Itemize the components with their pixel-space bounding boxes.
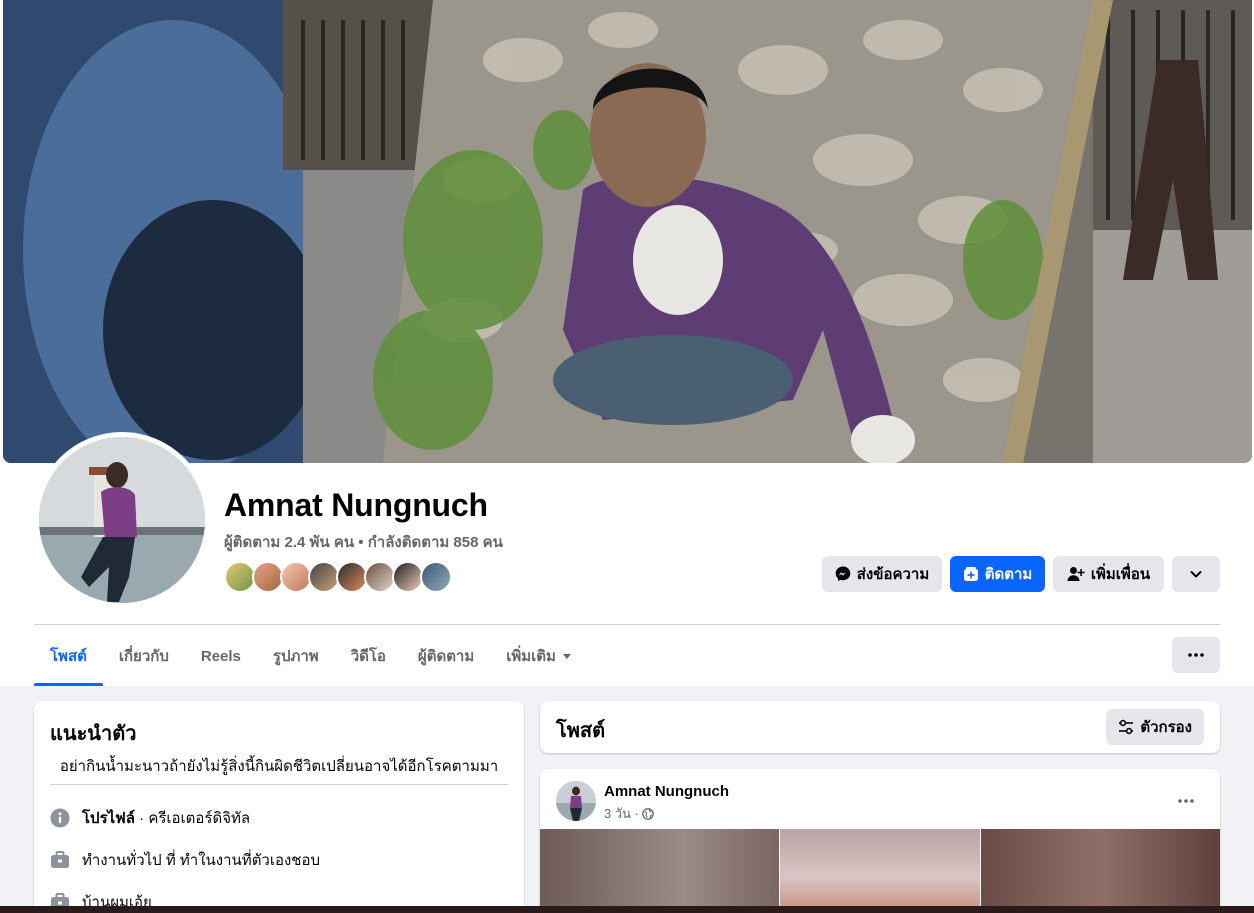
ellipsis-icon	[1188, 653, 1204, 657]
posts-title: โพสต์	[556, 720, 606, 742]
post-image[interactable]	[540, 829, 779, 913]
tab-reels[interactable]: Reels	[185, 626, 257, 686]
post-author-avatar[interactable]	[556, 781, 596, 821]
tab-photos[interactable]: รูปภาพ	[257, 626, 335, 686]
profile-options-dropdown[interactable]	[1172, 556, 1220, 592]
tab-videos[interactable]: วิดีโอ	[335, 626, 402, 686]
intro-title: แนะนำตัว	[50, 723, 137, 745]
follow-button[interactable]: ติดตาม	[950, 556, 1045, 592]
tab-posts[interactable]: โพสต์	[34, 626, 103, 686]
post-image[interactable]	[981, 829, 1220, 913]
post-time[interactable]: 3 วัน ·	[604, 803, 639, 824]
add-friend-icon	[1067, 567, 1085, 581]
intro-profile-text: โปรไฟล์ · ครีเอเตอร์ดิจิทัล	[82, 806, 250, 830]
intro-bio: อย่ากินน้ำมะนาวถ้ายังไม่รู้สิ่งนี้กินผิด…	[59, 758, 499, 775]
profile-name: Amnat Nungnuch	[224, 487, 488, 523]
intro-profile-row: โปรไฟล์ · ครีเอเตอร์ดิจิทัล	[50, 806, 250, 830]
os-taskbar-edge	[0, 906, 1254, 913]
intro-work-text: ทำงานทั่วไป ที่ ทำในงานที่ตัวเองชอบ	[82, 852, 321, 869]
posts-header-card: โพสต์ ตัวกรอง	[540, 701, 1220, 753]
post-meta: 3 วัน ·	[604, 803, 654, 824]
followers-count[interactable]: ผู้ติดตาม 2.4 พัน คน • กำลังติดตาม 858 ค…	[224, 530, 503, 554]
profile-avatar[interactable]	[39, 437, 205, 603]
post-options-button[interactable]	[1168, 783, 1204, 819]
friends-avatar-stack[interactable]	[224, 561, 452, 593]
caret-down-icon	[562, 654, 571, 659]
post-image[interactable]	[780, 829, 980, 913]
header-divider	[34, 624, 1220, 625]
tab-followers[interactable]: ผู้ติดตาม	[402, 626, 490, 686]
messenger-icon	[835, 566, 851, 582]
tab-label: โพสต์	[50, 648, 87, 665]
add-friend-button-label: เพิ่มเพื่อน	[1090, 566, 1151, 583]
filter-button[interactable]: ตัวกรอง	[1106, 709, 1204, 745]
intro-profile-value: · ครีเอเตอร์ดิจิทัล	[135, 810, 251, 827]
chevron-down-icon	[1190, 571, 1202, 578]
tab-label: รูปภาพ	[272, 648, 319, 665]
info-icon	[50, 808, 70, 828]
follow-plus-icon	[963, 567, 978, 581]
cover-photo[interactable]	[3, 0, 1252, 463]
tab-label: วิดีโอ	[350, 648, 386, 665]
message-button-label: ส่งข้อความ	[856, 566, 930, 583]
tab-label: Reels	[200, 647, 241, 665]
tab-about[interactable]: เกี่ยวกับ	[103, 626, 185, 686]
profile-tabs: โพสต์ เกี่ยวกับ Reels รูปภาพ วิดีโอ ผู้ต…	[34, 626, 588, 686]
tab-label: เพิ่มเติม	[506, 648, 556, 665]
tabs-more-options-button[interactable]	[1172, 637, 1220, 673]
post-media-grid[interactable]	[540, 829, 1220, 913]
filter-button-label: ตัวกรอง	[1140, 719, 1192, 736]
post-card: Amnat Nungnuch 3 วัน ·	[540, 769, 1220, 913]
post-author-name[interactable]: Amnat Nungnuch	[604, 783, 729, 800]
add-friend-button[interactable]: เพิ่มเพื่อน	[1053, 556, 1164, 592]
intro-divider	[50, 784, 508, 785]
intro-card: แนะนำตัว อย่ากินน้ำมะนาวถ้ายังไม่รู้สิ่ง…	[34, 701, 524, 913]
tab-label: เกี่ยวกับ	[118, 648, 169, 665]
intro-work-row: ทำงานทั่วไป ที่ ทำในงานที่ตัวเองชอบ	[50, 848, 320, 872]
sliders-icon	[1119, 719, 1134, 735]
tab-more[interactable]: เพิ่มเติม	[490, 626, 588, 686]
ellipsis-icon	[1178, 799, 1194, 803]
message-button[interactable]: ส่งข้อความ	[822, 556, 942, 592]
tab-label: ผู้ติดตาม	[417, 648, 475, 665]
friend-avatar[interactable]	[420, 561, 452, 593]
intro-profile-label: โปรไฟล์	[82, 810, 135, 827]
briefcase-icon	[50, 850, 70, 870]
globe-icon	[642, 807, 654, 820]
follow-button-label: ติดตาม	[984, 566, 1033, 583]
